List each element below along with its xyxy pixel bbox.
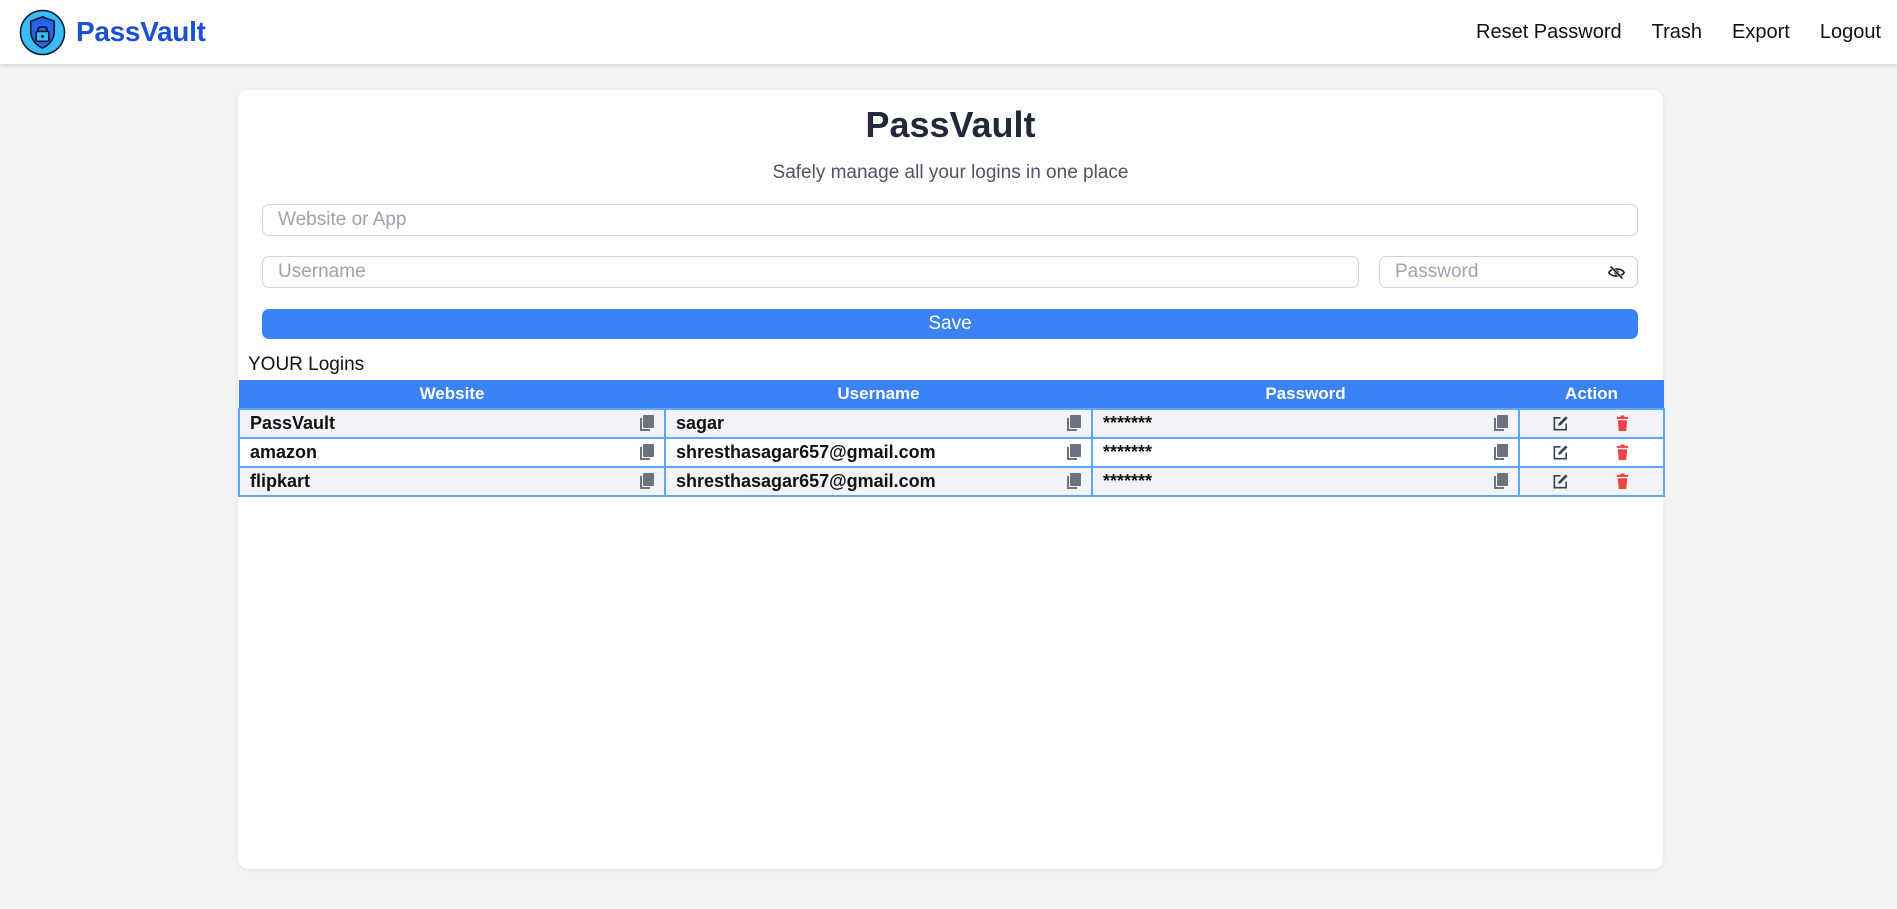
table-header-row: Website Username Password Action [239,380,1664,409]
nav-export[interactable]: Export [1732,21,1790,44]
website-value[interactable]: PassVault [250,413,335,434]
copy-icon[interactable] [639,415,654,432]
copy-icon[interactable] [1493,473,1508,490]
website-cell: flipkart [238,466,666,497]
username-field-wrapper [262,256,1359,288]
action-cell [1518,466,1665,497]
column-header-action: Action [1519,380,1664,409]
copy-icon[interactable] [1493,444,1508,461]
password-cell: ******* [1091,466,1520,497]
username-input[interactable] [263,257,1358,287]
page-subtitle: Safely manage all your logins in one pla… [772,162,1129,183]
password-cell: ******* [1091,437,1520,468]
username-value[interactable]: shresthasagar657@gmail.com [676,471,936,492]
website-cell: PassVault [238,408,666,439]
copy-icon[interactable] [639,473,654,490]
copy-icon[interactable] [1066,444,1081,461]
copy-icon[interactable] [639,444,654,461]
shield-lock-icon [19,9,66,55]
password-field-wrapper [1379,256,1638,288]
copy-icon[interactable] [1066,473,1081,490]
nav-links: Reset Password Trash Export Logout [1476,21,1881,44]
website-input[interactable] [263,205,1637,235]
table-row: amazon shresthasagar657@gmail.com ******… [238,437,1665,468]
website-value[interactable]: flipkart [250,471,310,492]
password-value: ******* [1103,413,1153,433]
column-header-password: Password [1092,380,1519,409]
username-cell: sagar [664,408,1093,439]
edit-icon[interactable] [1552,415,1569,432]
nav-trash[interactable]: Trash [1652,21,1702,44]
password-cell: ******* [1091,408,1520,439]
copy-icon[interactable] [1493,415,1508,432]
password-input[interactable] [1380,257,1637,287]
vault-card: PassVault Safely manage all your logins … [238,90,1665,869]
username-value[interactable]: sagar [676,413,724,434]
trash-icon[interactable] [1614,415,1631,432]
password-value: ******* [1103,442,1153,462]
page-title: PassVault [865,104,1036,145]
brand[interactable]: PassVault [19,9,206,56]
top-navbar: PassVault Reset Password Trash Export Lo… [0,0,1897,64]
eye-slash-icon[interactable] [1608,265,1625,280]
save-button[interactable]: Save [262,309,1638,339]
nav-reset-password[interactable]: Reset Password [1476,21,1622,44]
action-cell [1518,408,1665,439]
website-value[interactable]: amazon [250,442,317,463]
trash-icon[interactable] [1614,444,1631,461]
table-row: PassVault sagar ******* [238,408,1665,439]
username-value[interactable]: shresthasagar657@gmail.com [676,442,936,463]
edit-icon[interactable] [1552,444,1569,461]
column-header-website: Website [239,380,665,409]
username-cell: shresthasagar657@gmail.com [664,437,1093,468]
trash-icon[interactable] [1614,473,1631,490]
nav-logout[interactable]: Logout [1820,21,1881,44]
copy-icon[interactable] [1066,415,1081,432]
website-field-wrapper [262,204,1638,236]
logins-section-title: YOUR Logins [248,354,365,375]
brand-name: PassVault [76,16,206,47]
website-cell: amazon [238,437,666,468]
password-value: ******* [1103,471,1153,491]
logins-table: Website Username Password Action PassVau… [238,380,1665,497]
edit-icon[interactable] [1552,473,1569,490]
table-row: flipkart shresthasagar657@gmail.com ****… [238,466,1665,497]
username-cell: shresthasagar657@gmail.com [664,466,1093,497]
column-header-username: Username [665,380,1092,409]
action-cell [1518,437,1665,468]
